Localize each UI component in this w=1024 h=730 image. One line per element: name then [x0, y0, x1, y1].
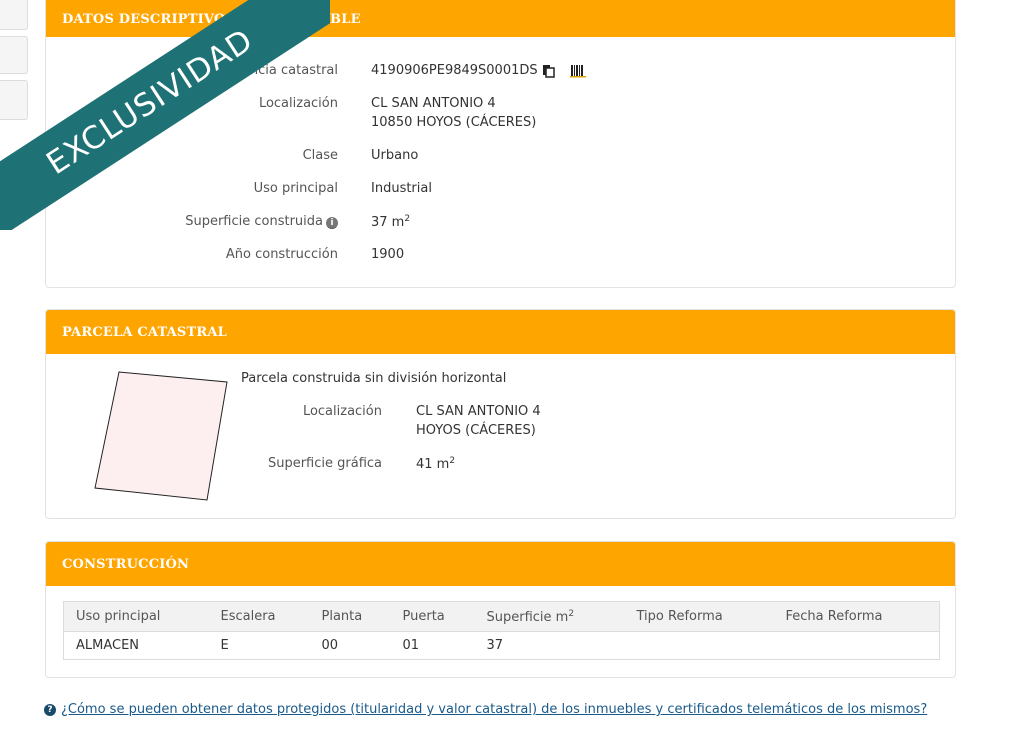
loc-label: Localización — [258, 96, 338, 111]
parcela-loc-line2: HOYOS (CÁCERES) — [416, 423, 536, 438]
uso-value: Industrial — [371, 181, 432, 196]
table-cell: 37 — [474, 631, 625, 660]
parcela-sup-value: 41 m — [416, 457, 450, 472]
parcela-loc-line1: CL SAN ANTONIO 4 — [416, 404, 541, 419]
panel-construccion-title: CONSTRUCCIÓN — [46, 542, 955, 586]
ref-label: Referencia catastral — [207, 63, 338, 78]
col-header: Planta — [309, 601, 391, 632]
col-header-superficie-text: Superficie m — [486, 609, 569, 625]
loc-line2: 10850 HOYOS (CÁCERES) — [371, 115, 537, 130]
col-header: Fecha Reforma — [773, 601, 940, 632]
table-cell — [624, 631, 774, 660]
ref-value-row: 4190906PE9849S0001DS — [371, 63, 586, 78]
sup-value: 37 m — [371, 215, 405, 230]
left-tab-2[interactable] — [0, 36, 28, 74]
clase-value: Urbano — [371, 148, 419, 163]
sup-value-row: 37 m2 — [371, 214, 410, 230]
info-icon[interactable]: i — [326, 217, 338, 229]
panel-descriptive: DATOS DESCRIPTIVOS DEL INMUEBLE Referenc… — [45, 0, 956, 288]
sup-exp: 2 — [404, 214, 411, 224]
col-header-superficie: Superficie m2 — [474, 601, 625, 632]
left-tab-3[interactable] — [0, 80, 28, 120]
construccion-table: Uso principal Escalera Planta Puerta Sup… — [63, 601, 940, 660]
panel-descriptive-title: DATOS DESCRIPTIVOS DEL INMUEBLE — [46, 0, 955, 37]
col-header: Puerta — [390, 601, 475, 632]
help-link[interactable]: ¿Cómo se pueden obtener datos protegidos… — [61, 702, 927, 717]
table-row: ALMACEN E 00 01 37 — [63, 631, 940, 660]
barcode-icon[interactable] — [569, 64, 586, 78]
table-cell — [773, 631, 940, 660]
sup-label-row: Superficie construida i — [185, 214, 338, 229]
parcela-sup-label: Superficie gráfica — [267, 456, 382, 471]
col-header-superficie-exp: 2 — [568, 608, 575, 619]
col-header: Uso principal — [63, 601, 209, 632]
ref-value: 4190906PE9849S0001DS — [371, 63, 538, 78]
help-link-row: ? ¿Cómo se pueden obtener datos protegid… — [44, 702, 927, 717]
table-cell: E — [208, 631, 310, 660]
parcela-sup-exp: 2 — [449, 456, 456, 466]
col-header: Tipo Reforma — [624, 601, 774, 632]
parcela-loc-label: Localización — [302, 404, 382, 419]
copy-icon[interactable] — [542, 64, 556, 78]
table-header-row: Uso principal Escalera Planta Puerta Sup… — [63, 601, 940, 632]
question-icon: ? — [44, 703, 56, 716]
col-header: Escalera — [208, 601, 310, 632]
parcel-shape[interactable] — [91, 368, 231, 504]
clase-label: Clase — [302, 148, 338, 163]
parcela-heading: Parcela construida sin división horizont… — [241, 371, 507, 386]
anio-label: Año construcción — [225, 247, 338, 262]
loc-line1: CL SAN ANTONIO 4 — [371, 96, 496, 111]
table-cell: 01 — [390, 631, 475, 660]
panel-parcela-title: PARCELA CATASTRAL — [46, 310, 955, 354]
sup-label: Superficie construida — [185, 214, 323, 229]
uso-label: Uso principal — [253, 181, 338, 196]
panel-parcela: PARCELA CATASTRAL Parcela construida sin… — [45, 309, 956, 519]
parcela-sup-value-row: 41 m2 — [416, 456, 455, 472]
panel-construccion: CONSTRUCCIÓN Uso principal Escalera Plan… — [45, 541, 956, 678]
left-tab-1[interactable] — [0, 0, 28, 30]
anio-value: 1900 — [371, 247, 405, 262]
table-cell: ALMACEN — [63, 631, 209, 660]
table-cell: 00 — [309, 631, 391, 660]
